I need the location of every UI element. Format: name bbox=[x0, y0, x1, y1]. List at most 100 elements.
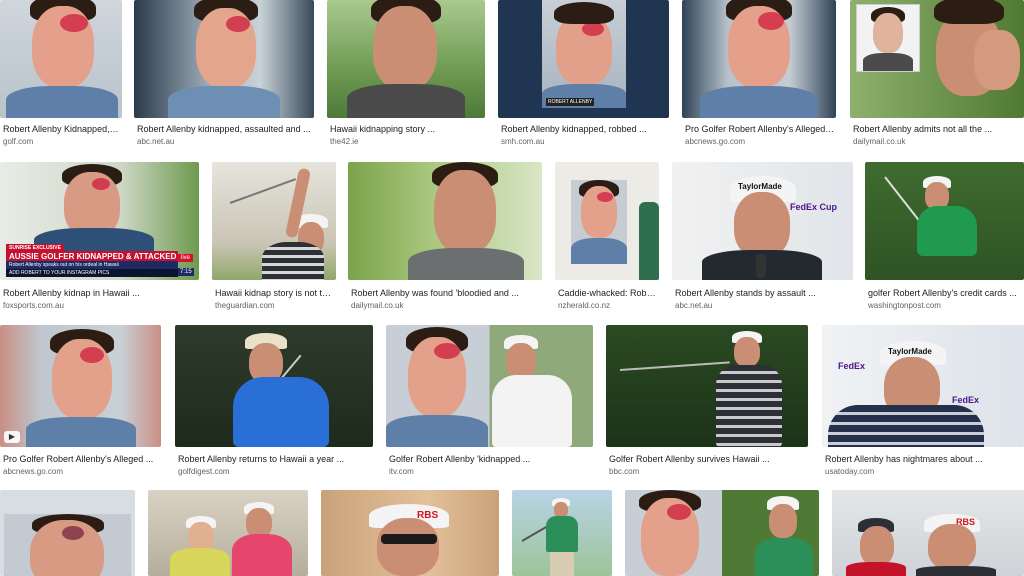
result-caption[interactable]: Caddie-whacked: Robert... bbox=[558, 288, 656, 298]
result-source[interactable]: dailymail.co.uk bbox=[351, 301, 403, 310]
bruise-mark bbox=[226, 16, 250, 32]
result-thumbnail[interactable] bbox=[512, 490, 612, 576]
image-result-17[interactable]: FedEx FedEx TaylorMade Robert Allenby ha… bbox=[822, 325, 1024, 477]
result-source[interactable]: bbc.com bbox=[609, 467, 639, 476]
result-thumbnail[interactable] bbox=[625, 490, 819, 576]
image-result-4[interactable]: ROBERT ALLENBY Robert Allenby kidnapped,… bbox=[498, 0, 669, 150]
play-video-icon[interactable]: ▶ bbox=[4, 431, 20, 443]
result-source[interactable]: nzherald.co.nz bbox=[558, 301, 610, 310]
result-thumbnail[interactable]: FedEx Cup TaylorMade bbox=[672, 162, 853, 280]
result-caption[interactable]: Robert Allenby returns to Hawaii a year … bbox=[178, 454, 370, 464]
result-caption[interactable]: Pro Golfer Robert Allenby's Alleged ... bbox=[3, 454, 158, 464]
image-result-15[interactable]: Golfer Robert Allenby 'kidnapped ... itv… bbox=[386, 325, 593, 477]
result-source[interactable]: abc.net.au bbox=[137, 137, 174, 146]
image-result-2[interactable]: Robert Allenby kidnapped, assaulted and … bbox=[134, 0, 314, 150]
image-result-19[interactable] bbox=[148, 490, 308, 576]
result-source[interactable]: golfdigest.com bbox=[178, 467, 230, 476]
result-caption[interactable]: Hawaii kidnapping story ... bbox=[330, 124, 484, 134]
result-caption[interactable]: Robert Allenby kidnap in Hawaii ... bbox=[3, 288, 196, 298]
result-caption[interactable]: Robert Allenby Kidnapped, B... bbox=[3, 124, 119, 134]
result-caption[interactable]: Robert Allenby was found 'bloodied and .… bbox=[351, 288, 541, 298]
result-source[interactable]: the42.ie bbox=[330, 137, 358, 146]
image-result-1[interactable]: Robert Allenby Kidnapped, B... golf.com bbox=[0, 0, 122, 150]
result-source[interactable]: smh.com.au bbox=[501, 137, 545, 146]
result-thumbnail[interactable] bbox=[606, 325, 808, 447]
result-source[interactable]: foxsports.com.au bbox=[3, 301, 64, 310]
result-source[interactable]: theguardian.com bbox=[215, 301, 275, 310]
fedex-logo: FedEx bbox=[838, 361, 866, 371]
result-source[interactable]: abc.net.au bbox=[675, 301, 712, 310]
result-source[interactable]: usatoday.com bbox=[825, 467, 874, 476]
result-caption[interactable]: golfer Robert Allenby's credit cards ... bbox=[868, 288, 1021, 298]
result-thumbnail[interactable]: SUNRISE EXCLUSIVE AUSSIE GOLFER KIDNAPPE… bbox=[0, 162, 199, 280]
result-thumbnail[interactable]: FedEx FedEx TaylorMade bbox=[822, 325, 1024, 447]
result-source[interactable]: abcnews.go.com bbox=[685, 137, 745, 146]
result-caption[interactable]: Robert Allenby kidnapped, robbed ... bbox=[501, 124, 668, 134]
result-caption[interactable]: Robert Allenby kidnapped, assaulted and … bbox=[137, 124, 313, 134]
result-caption[interactable]: Golfer Robert Allenby survives Hawaii ..… bbox=[609, 454, 805, 464]
result-source[interactable]: dailymail.co.uk bbox=[853, 137, 905, 146]
result-thumbnail[interactable] bbox=[682, 0, 836, 118]
taylormade-logo: TaylorMade bbox=[888, 347, 932, 356]
image-result-10[interactable]: Caddie-whacked: Robert... nzherald.co.nz bbox=[555, 162, 659, 312]
result-caption[interactable]: Golfer Robert Allenby 'kidnapped ... bbox=[389, 454, 590, 464]
result-source[interactable]: itv.com bbox=[389, 467, 414, 476]
shirt-shape bbox=[26, 417, 136, 447]
result-thumbnail[interactable] bbox=[148, 490, 308, 576]
result-thumbnail[interactable] bbox=[212, 162, 336, 280]
result-thumbnail[interactable] bbox=[865, 162, 1024, 280]
shirt-shape bbox=[828, 405, 984, 447]
result-thumbnail[interactable]: ROBERT ALLENBY bbox=[498, 0, 669, 118]
face-shape bbox=[928, 524, 976, 570]
result-caption[interactable]: Pro Golfer Robert Allenby's Alleged ... bbox=[685, 124, 835, 134]
image-result-14[interactable]: Robert Allenby returns to Hawaii a year … bbox=[175, 325, 373, 477]
result-thumbnail[interactable] bbox=[348, 162, 542, 280]
result-caption[interactable]: Hawaii kidnap story is not tru... bbox=[215, 288, 333, 298]
result-thumbnail[interactable]: ▶ bbox=[0, 325, 161, 447]
image-result-20[interactable]: RBS bbox=[321, 490, 499, 576]
tv-live-badge: live bbox=[178, 254, 194, 262]
shirt-shape bbox=[546, 516, 578, 552]
face-shape bbox=[769, 504, 797, 538]
image-result-9[interactable]: Robert Allenby was found 'bloodied and .… bbox=[348, 162, 542, 312]
image-result-8[interactable]: Hawaii kidnap story is not tru... thegua… bbox=[212, 162, 336, 312]
result-source[interactable]: golf.com bbox=[3, 137, 33, 146]
image-result-5[interactable]: Pro Golfer Robert Allenby's Alleged ... … bbox=[682, 0, 836, 150]
shirt-shape bbox=[6, 86, 118, 118]
result-thumbnail[interactable]: RBS bbox=[321, 490, 499, 576]
image-result-22[interactable] bbox=[625, 490, 819, 576]
golf-club bbox=[619, 361, 730, 371]
image-result-13[interactable]: ▶ Pro Golfer Robert Allenby's Alleged ..… bbox=[0, 325, 161, 477]
result-source[interactable]: abcnews.go.com bbox=[3, 467, 63, 476]
result-source[interactable]: washingtonpost.com bbox=[868, 301, 941, 310]
result-thumbnail[interactable] bbox=[0, 0, 122, 118]
result-thumbnail[interactable] bbox=[175, 325, 373, 447]
image-result-3[interactable]: Hawaii kidnapping story ... the42.ie bbox=[327, 0, 485, 150]
image-result-7[interactable]: SUNRISE EXCLUSIVE AUSSIE GOLFER KIDNAPPE… bbox=[0, 162, 199, 312]
result-thumbnail[interactable] bbox=[0, 490, 135, 576]
image-result-12[interactable]: golfer Robert Allenby's credit cards ...… bbox=[865, 162, 1024, 312]
result-caption[interactable]: Robert Allenby admits not all the ... bbox=[853, 124, 1021, 134]
shirt-shape bbox=[916, 566, 996, 576]
result-thumbnail[interactable] bbox=[386, 325, 593, 447]
result-caption[interactable]: Robert Allenby has nightmares about ... bbox=[825, 454, 1021, 464]
shirt-shape bbox=[716, 365, 782, 447]
result-caption[interactable]: Robert Allenby stands by assault ... bbox=[675, 288, 850, 298]
result-thumbnail[interactable] bbox=[850, 0, 1024, 118]
image-result-23[interactable]: RBS bbox=[832, 490, 1024, 576]
bruise-mark bbox=[80, 347, 104, 363]
bruise-mark bbox=[758, 12, 784, 30]
shirt-shape bbox=[386, 415, 488, 447]
result-thumbnail[interactable] bbox=[134, 0, 314, 118]
result-thumbnail[interactable]: RBS bbox=[832, 490, 1024, 576]
result-thumbnail[interactable] bbox=[327, 0, 485, 118]
image-result-21[interactable] bbox=[512, 490, 612, 576]
shirt-shape bbox=[846, 562, 906, 576]
image-result-16[interactable]: Golfer Robert Allenby survives Hawaii ..… bbox=[606, 325, 808, 477]
inset-photo bbox=[4, 514, 131, 576]
result-thumbnail[interactable] bbox=[555, 162, 659, 280]
tv-subline: Robert Allenby speaks out on his ordeal … bbox=[6, 261, 178, 269]
image-result-11[interactable]: FedEx Cup TaylorMade Robert Allenby stan… bbox=[672, 162, 853, 312]
image-result-18[interactable] bbox=[0, 490, 135, 576]
image-result-6[interactable]: Robert Allenby admits not all the ... da… bbox=[850, 0, 1024, 150]
